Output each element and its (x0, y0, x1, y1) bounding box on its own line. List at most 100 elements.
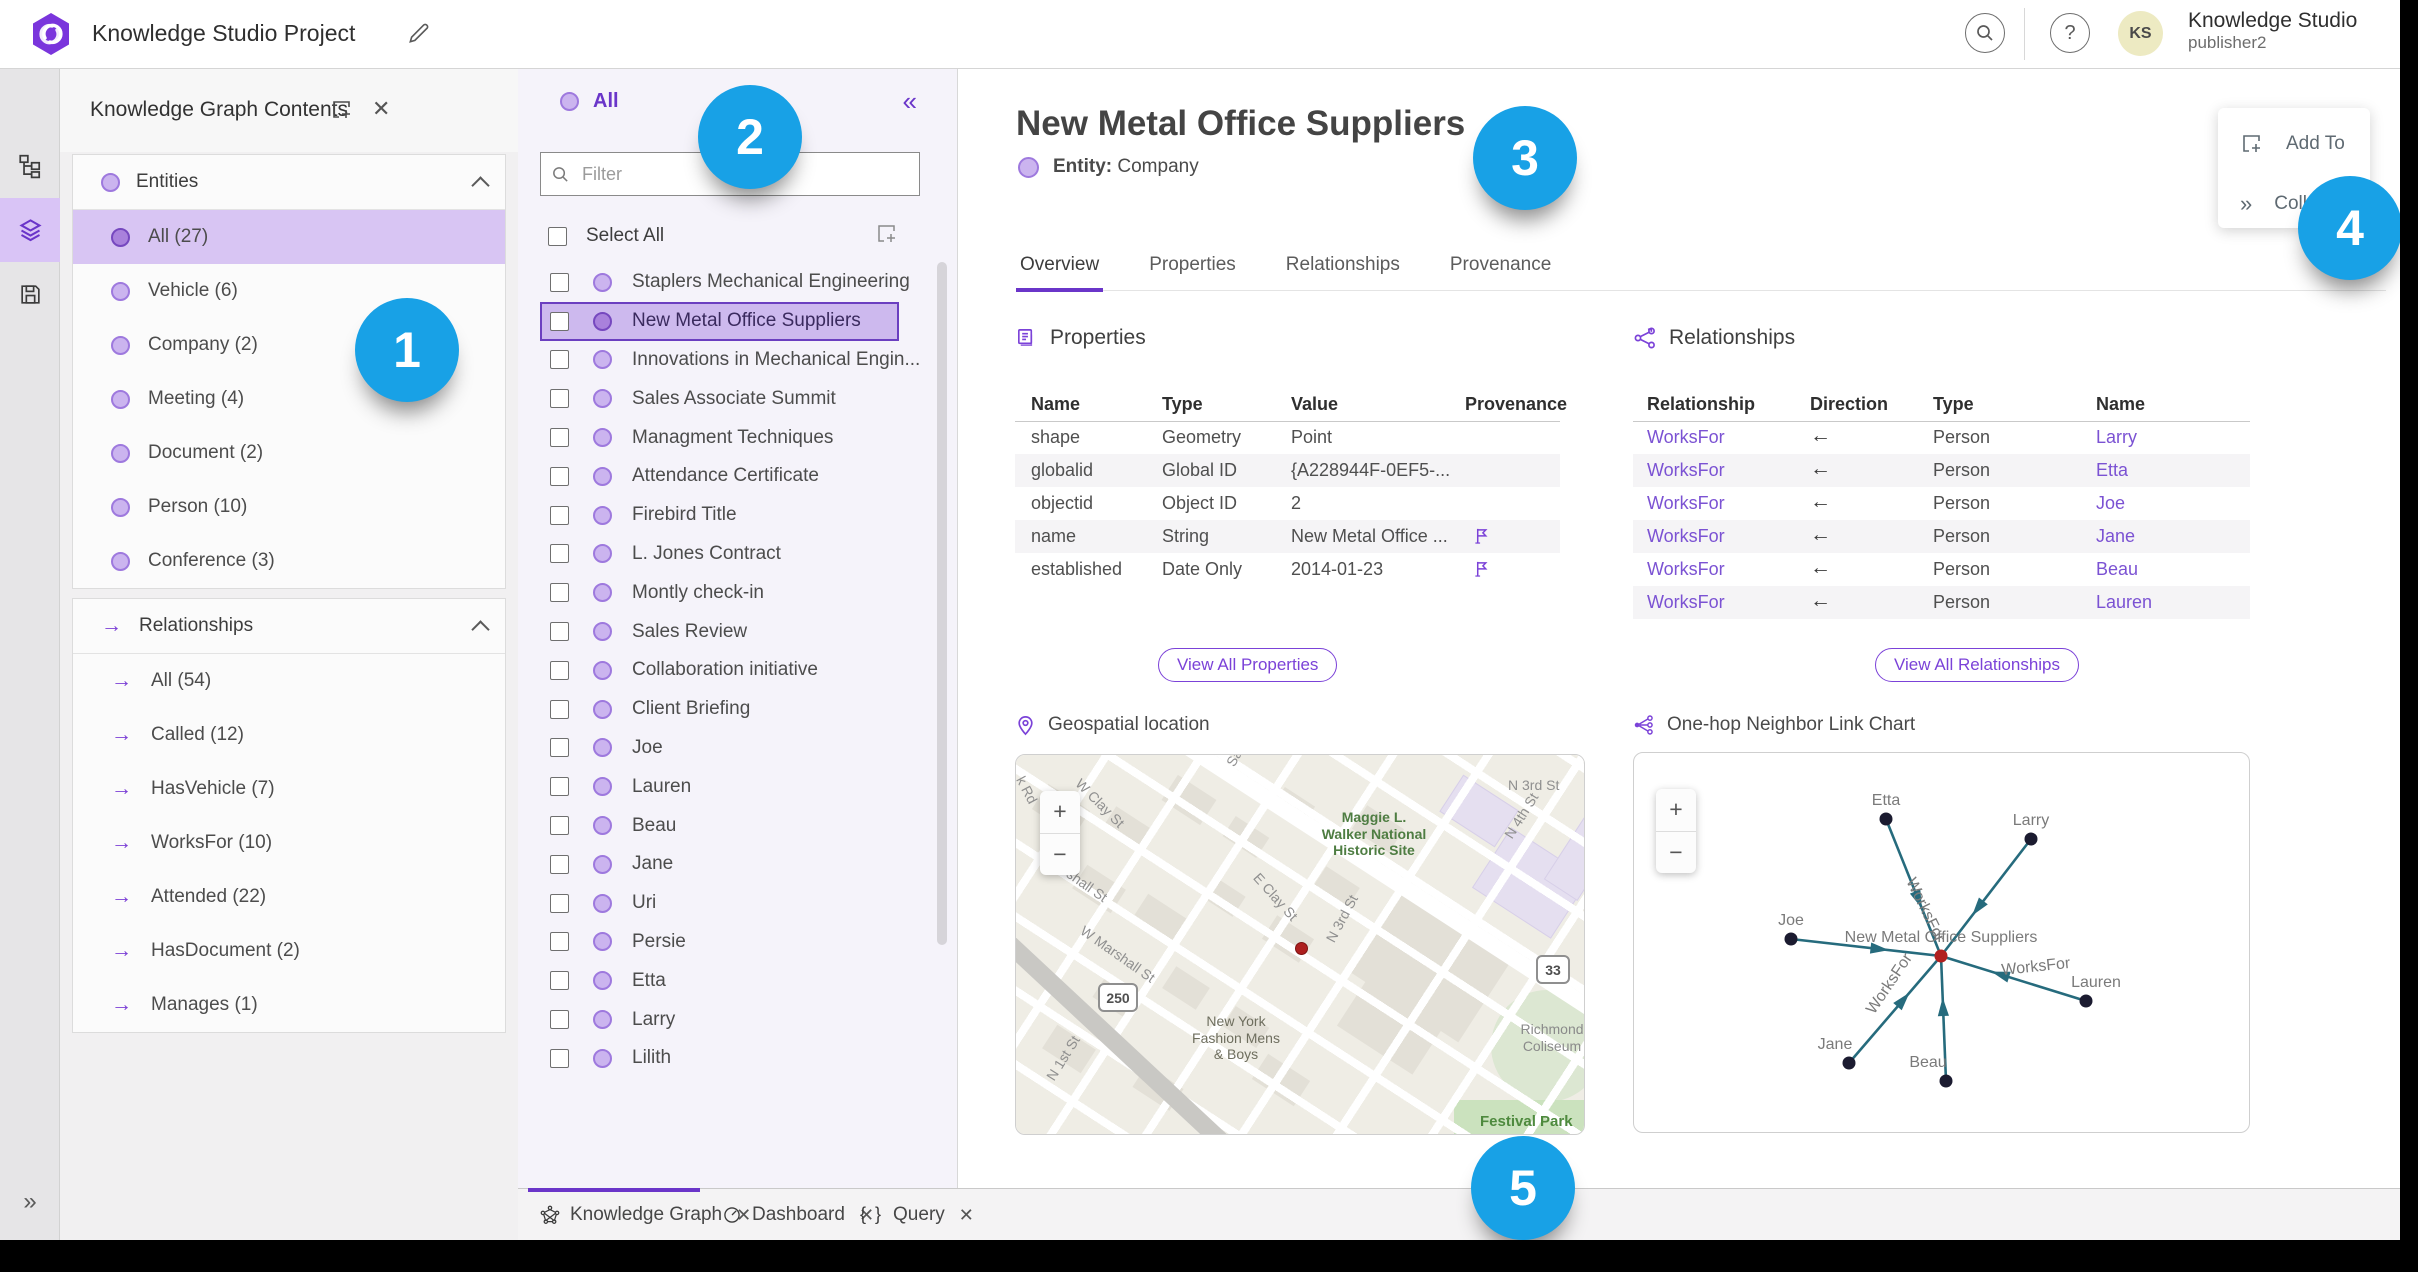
collapse-chevron-icon[interactable] (471, 619, 490, 639)
list-item[interactable]: Persie (540, 923, 899, 962)
scrollbar-thumb[interactable] (937, 262, 947, 945)
graph-node[interactable] (1784, 932, 1798, 946)
collapse-chevron-icon[interactable] (471, 175, 490, 195)
add-to-new-icon[interactable] (875, 222, 899, 246)
list-item[interactable]: Collaboration initiative (540, 651, 899, 690)
list-item[interactable]: Larry (540, 1000, 899, 1039)
item-checkbox[interactable] (550, 583, 569, 603)
list-item[interactable]: Uri (540, 884, 899, 923)
item-checkbox[interactable] (550, 622, 569, 642)
item-checkbox[interactable] (550, 660, 569, 680)
item-checkbox[interactable] (550, 466, 569, 486)
table-link[interactable]: Etta (2096, 460, 2128, 481)
item-checkbox[interactable] (550, 544, 569, 564)
sidebar-item-entity[interactable]: All (27) (73, 210, 505, 264)
map-point-marker[interactable] (1295, 942, 1308, 955)
zoom-in-button[interactable]: + (1040, 791, 1080, 834)
user-info[interactable]: Knowledge Studio publisher2 (2188, 9, 2357, 53)
sidebar-item-relationship[interactable]: → Manages (1) (73, 978, 505, 1032)
graph-node[interactable] (2024, 832, 2038, 846)
item-checkbox[interactable] (550, 311, 569, 331)
list-item[interactable]: Staplers Mechanical Engineering (540, 263, 910, 302)
table-link[interactable]: Larry (2096, 427, 2137, 448)
list-item[interactable]: Beau (540, 806, 899, 845)
graph-node[interactable] (1879, 812, 1893, 826)
edit-title-icon[interactable] (406, 20, 432, 46)
sidebar-item-entity[interactable]: Document (2) (73, 426, 505, 480)
hierarchy-icon[interactable] (0, 134, 60, 198)
graph-node[interactable] (2079, 994, 2093, 1008)
list-item[interactable]: Montly check-in (540, 573, 899, 612)
table-link[interactable]: Joe (2096, 493, 2125, 514)
table-link[interactable]: WorksFor (1647, 493, 1725, 514)
table-link[interactable]: WorksFor (1647, 592, 1725, 613)
close-tab-icon[interactable]: ✕ (959, 1205, 974, 1226)
list-item[interactable]: Lauren (540, 767, 899, 806)
tab-provenance[interactable]: Provenance (1446, 246, 1555, 290)
view-all-relationships-button[interactable]: View All Relationships (1875, 648, 2079, 682)
list-item[interactable]: Jane (540, 845, 899, 884)
link-chart-canvas[interactable]: EttaLarryJoeLaurenJaneBeauNew Metal Offi… (1634, 753, 2250, 1133)
select-all-row[interactable]: Select All (518, 218, 957, 254)
sidebar-item-relationship[interactable]: → HasDocument (2) (73, 924, 505, 978)
layers-icon[interactable] (0, 198, 60, 262)
list-item[interactable]: Joe (540, 729, 899, 768)
item-checkbox[interactable] (550, 777, 569, 797)
relationships-section-header[interactable]: → Relationships (73, 599, 505, 654)
item-checkbox[interactable] (550, 272, 569, 292)
zoom-in-button[interactable]: + (1656, 789, 1696, 832)
view-tab-query[interactable]: { } Query ✕ (848, 1189, 974, 1241)
item-checkbox[interactable] (550, 738, 569, 758)
sidebar-item-entity[interactable]: Conference (3) (73, 534, 505, 588)
entities-section-header[interactable]: Entities (73, 155, 505, 210)
avatar[interactable]: KS (2118, 11, 2163, 56)
sidebar-item-relationship[interactable]: → All (54) (73, 654, 505, 708)
sidebar-item-relationship[interactable]: → Called (12) (73, 708, 505, 762)
item-checkbox[interactable] (550, 1010, 569, 1030)
graph-node[interactable] (1939, 1074, 1953, 1088)
provenance-flag-icon[interactable] (1473, 526, 1490, 545)
close-icon[interactable]: ✕ (372, 96, 390, 122)
list-item[interactable]: Firebird Title (540, 496, 899, 535)
list-item[interactable]: Client Briefing (540, 690, 899, 729)
search-button[interactable] (1965, 13, 2005, 53)
item-checkbox[interactable] (550, 816, 569, 836)
table-link[interactable]: Jane (2096, 526, 2135, 547)
list-item[interactable]: Sales Review (540, 612, 899, 651)
list-item[interactable]: Lilith (540, 1039, 899, 1078)
sidebar-item-relationship[interactable]: → WorksFor (10) (73, 816, 505, 870)
item-checkbox[interactable] (550, 350, 569, 370)
table-link[interactable]: WorksFor (1647, 559, 1725, 580)
list-item[interactable]: Attendance Certificate (540, 457, 899, 496)
sidebar-item-relationship[interactable]: → HasVehicle (7) (73, 762, 505, 816)
map-canvas[interactable]: k Rd W Clay St Sal N 3rd St Maggie L. Walker… (1016, 755, 1584, 1134)
list-item[interactable]: L. Jones Contract (540, 535, 899, 574)
list-item[interactable]: Innovations in Mechanical Engin... (540, 341, 920, 380)
collapse-panel-icon[interactable]: « (903, 86, 917, 117)
zoom-out-button[interactable]: − (1040, 834, 1080, 876)
item-checkbox[interactable] (550, 699, 569, 719)
item-checkbox[interactable] (550, 505, 569, 525)
table-link[interactable]: WorksFor (1647, 460, 1725, 481)
provenance-flag-icon[interactable] (1473, 559, 1490, 578)
add-to-menu-item[interactable]: Add To (2218, 120, 2370, 168)
list-item[interactable]: Sales Associate Summit (540, 379, 899, 418)
expand-rail-button[interactable]: » (0, 1188, 60, 1216)
tab-relationships[interactable]: Relationships (1282, 246, 1404, 290)
help-button[interactable]: ? (2050, 13, 2090, 53)
tab-properties[interactable]: Properties (1145, 246, 1240, 290)
graph-center-node[interactable] (1934, 949, 1948, 963)
item-checkbox[interactable] (550, 854, 569, 874)
sidebar-item-relationship[interactable]: → Attended (22) (73, 870, 505, 924)
tab-overview[interactable]: Overview (1016, 246, 1104, 292)
list-item[interactable]: Etta (540, 961, 899, 1000)
item-checkbox[interactable] (550, 971, 569, 991)
view-all-properties-button[interactable]: View All Properties (1158, 648, 1338, 682)
item-checkbox[interactable] (550, 389, 569, 409)
table-link[interactable]: WorksFor (1647, 427, 1725, 448)
add-to-new-icon[interactable] (330, 98, 354, 122)
list-item[interactable]: Managment Techniques (540, 418, 899, 457)
list-item[interactable]: New Metal Office Suppliers (540, 301, 899, 341)
item-checkbox[interactable] (550, 932, 569, 952)
app-logo-icon[interactable] (28, 11, 74, 57)
